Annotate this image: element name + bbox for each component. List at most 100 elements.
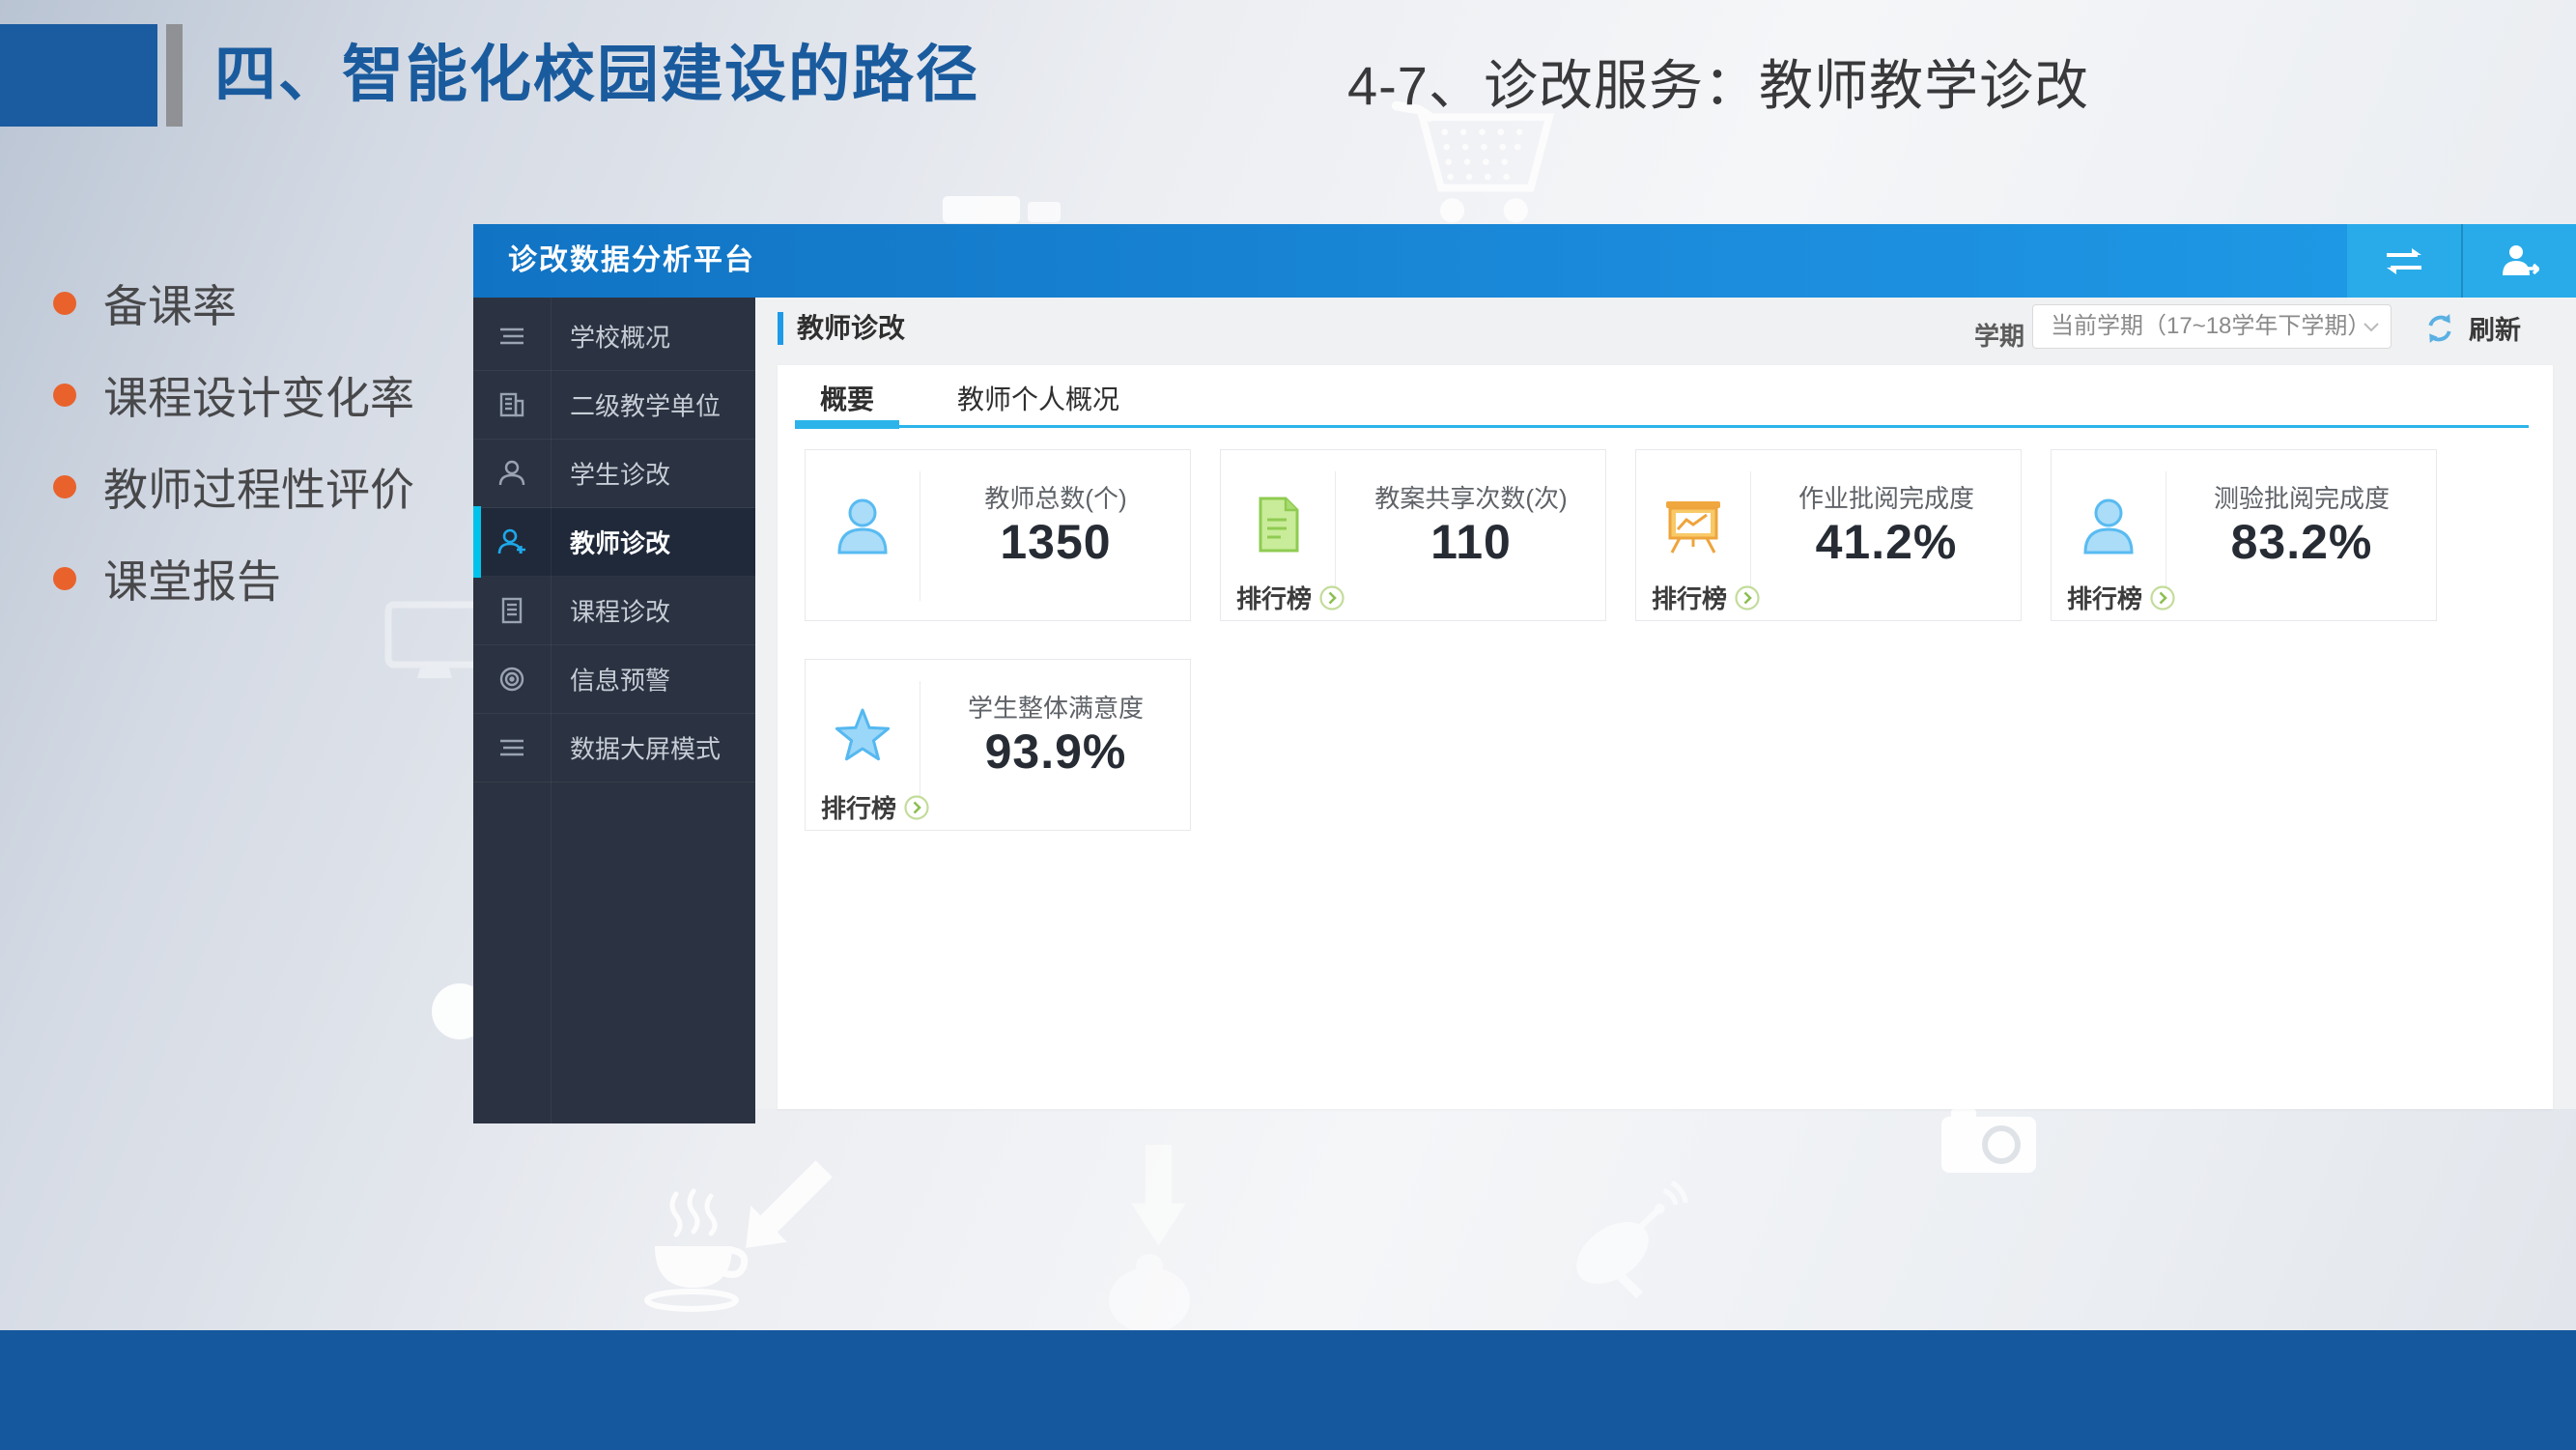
- tab-teacher-personal[interactable]: 教师个人概况: [932, 379, 1145, 421]
- arrow-down-watermark-icon: [1122, 1145, 1195, 1256]
- sidebar-item-info-warning[interactable]: 信息预警: [473, 645, 755, 714]
- sidebar-column-divider: [551, 298, 552, 1123]
- sidebar-item-label: 学校概况: [570, 319, 670, 355]
- presentation-slide: 四、智能化校园建设的路径 4-7、诊改服务：教师教学诊改 备课率 课程设计变化率…: [0, 0, 2576, 1450]
- header-actions: [2347, 224, 2576, 298]
- sidebar-item-label: 二级教学单位: [570, 387, 721, 423]
- title-decoration-bar: [166, 24, 183, 127]
- user-icon: [495, 457, 528, 490]
- coffee-cup-watermark-icon: [626, 1186, 761, 1317]
- stat-label: 作业批阅完成度: [1750, 479, 2023, 515]
- list-icon: [495, 731, 528, 764]
- sidebar-item-label: 信息预警: [570, 662, 670, 697]
- stat-card-lesson-share: 教案共享次数(次) 110 排行榜: [1220, 449, 1606, 621]
- list-item: 课程设计变化率: [53, 349, 414, 441]
- refresh-label: 刷新: [2469, 309, 2521, 347]
- chevron-right-circle-icon: [2150, 585, 2175, 611]
- sidebar-item-student-diagnosis[interactable]: 学生诊改: [473, 440, 755, 508]
- swap-icon: [2383, 245, 2425, 276]
- ranking-label: 排行榜: [1236, 580, 1312, 615]
- stat-value: 41.2%: [1750, 514, 2023, 570]
- sidebar: 学校概况 二级教学单位 学生诊改 教师诊改 课程诊改 信息预警: [473, 298, 755, 1123]
- refresh-icon: [2422, 311, 2457, 346]
- ranking-link[interactable]: 排行榜: [1652, 580, 1760, 615]
- sidebar-item-teacher-diagnosis[interactable]: 教师诊改: [473, 508, 755, 577]
- bullet-icon: [53, 292, 76, 315]
- user-add-icon: [2499, 242, 2539, 279]
- ranking-label: 排行榜: [1652, 580, 1727, 615]
- chevron-down-icon: [2364, 323, 2379, 332]
- section-title: 四、智能化校园建设的路径: [214, 25, 979, 114]
- ranking-link[interactable]: 排行榜: [821, 789, 929, 825]
- slide-footer: 常州工程职业技术学院 CHANGZHOU VOCATIONAL INSTITUT…: [0, 1330, 2576, 1450]
- stat-label: 教师总数(个): [920, 479, 1192, 515]
- stat-card-homework-review: 作业批阅完成度 41.2% 排行榜: [1635, 449, 2022, 621]
- stat-value: 83.2%: [2166, 514, 2438, 570]
- ranking-link[interactable]: 排行榜: [1236, 580, 1345, 615]
- stat-label: 教案共享次数(次): [1335, 479, 1607, 515]
- app-window: 诊改数据分析平台: [473, 224, 2576, 1123]
- star-icon: [829, 702, 896, 770]
- bullet-list: 备课率 课程设计变化率 教师过程性评价 课堂报告: [53, 257, 414, 624]
- hand-watermark-icon: [1093, 1254, 1204, 1336]
- target-icon: [495, 663, 528, 696]
- bullet-text: 备课率: [103, 271, 237, 335]
- stat-value: 93.9%: [920, 724, 1192, 780]
- user-icon: [495, 526, 528, 558]
- sidebar-item-label: 教师诊改: [570, 525, 670, 560]
- ranking-label: 排行榜: [821, 789, 896, 825]
- tab-underline-track: [795, 425, 2529, 428]
- paper-watermark-icon: [943, 196, 1020, 223]
- stat-card-teacher-total: 教师总数(个) 1350: [805, 449, 1191, 621]
- quiz-user-icon: [2075, 493, 2142, 560]
- stat-card-student-satisfaction: 学生整体满意度 93.9% 排行榜: [805, 659, 1191, 831]
- list-item: 备课率: [53, 257, 414, 349]
- ranking-link[interactable]: 排行榜: [2067, 580, 2175, 615]
- ranking-label: 排行榜: [2067, 580, 2142, 615]
- bullet-icon: [53, 567, 76, 590]
- sidebar-item-course-diagnosis[interactable]: 课程诊改: [473, 577, 755, 645]
- tab-overview[interactable]: 概要: [795, 379, 899, 421]
- app-brand-title: 诊改数据分析平台: [508, 224, 755, 298]
- title-decoration-square: [0, 24, 157, 127]
- semester-select[interactable]: 当前学期（17~18学年下学期）: [2032, 304, 2392, 349]
- chevron-right-circle-icon: [904, 795, 929, 820]
- teacher-icon: [829, 493, 896, 560]
- satellite-dish-watermark-icon: [1565, 1180, 1690, 1301]
- paper-tab-watermark-icon: [1028, 202, 1061, 222]
- user-account-button[interactable]: [2461, 224, 2575, 298]
- stat-label: 学生整体满意度: [920, 689, 1192, 725]
- chevron-right-circle-icon: [1735, 585, 1760, 611]
- overview-panel: 概要 教师个人概况 教师总数(个) 1350 教案共享次数(次) 110: [778, 365, 2553, 1109]
- content-heading: 教师诊改: [778, 312, 905, 345]
- semester-select-value: 当前学期（17~18学年下学期）: [2051, 305, 2370, 348]
- document-icon: [495, 594, 528, 627]
- bullet-icon: [53, 384, 76, 407]
- bullet-text: 课堂报告: [103, 547, 281, 611]
- swap-button[interactable]: [2347, 224, 2461, 298]
- sidebar-item-label: 数据大屏模式: [570, 730, 721, 766]
- main-content: 教师诊改 学期 当前学期（17~18学年下学期） 刷新 概要 教师个人概况: [755, 298, 2576, 1109]
- arrow-downleft-watermark-icon: [736, 1150, 844, 1258]
- bullet-icon: [53, 475, 76, 498]
- semester-label: 学期: [1974, 317, 2024, 353]
- chevron-right-circle-icon: [1319, 585, 1345, 611]
- bullet-text: 课程设计变化率: [103, 363, 414, 427]
- list-icon: [495, 320, 528, 353]
- building-icon: [495, 388, 528, 421]
- sidebar-item-secondary-units[interactable]: 二级教学单位: [473, 371, 755, 440]
- refresh-button[interactable]: 刷新: [2422, 309, 2521, 347]
- sidebar-item-label: 学生诊改: [570, 456, 670, 492]
- homework-board-icon: [1659, 493, 1727, 560]
- bullet-text: 教师过程性评价: [103, 455, 414, 519]
- stat-card-quiz-review: 测验批阅完成度 83.2% 排行榜: [2051, 449, 2437, 621]
- stat-label: 测验批阅完成度: [2166, 479, 2438, 515]
- sidebar-item-data-screen-mode[interactable]: 数据大屏模式: [473, 714, 755, 782]
- sidebar-item-label: 课程诊改: [570, 593, 670, 629]
- stat-value: 1350: [920, 514, 1192, 570]
- lesson-plan-icon: [1244, 493, 1312, 560]
- active-tab-underline: [795, 420, 899, 429]
- app-header: 诊改数据分析平台: [473, 224, 2576, 298]
- sidebar-item-school-overview[interactable]: 学校概况: [473, 302, 755, 371]
- stat-value: 110: [1335, 514, 1607, 570]
